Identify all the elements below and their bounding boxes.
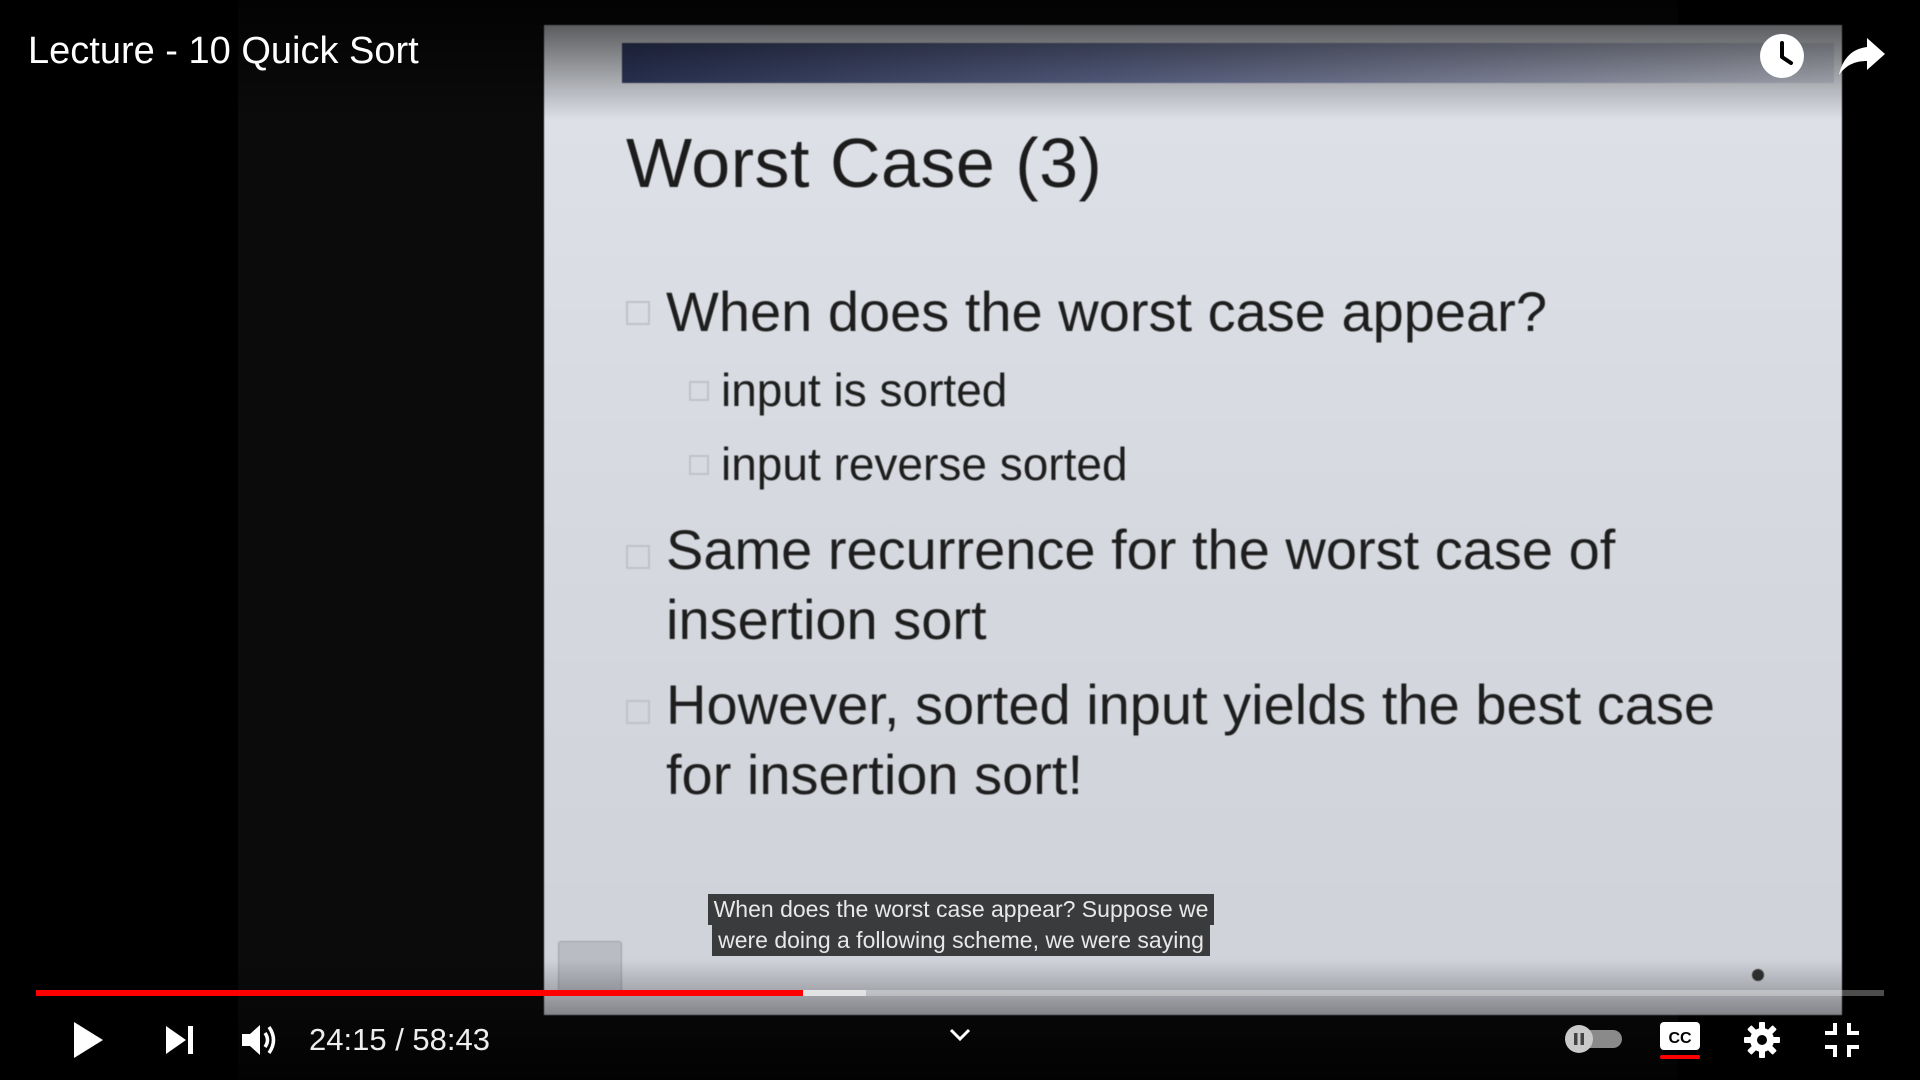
bullet-marker xyxy=(626,700,650,724)
slide-title: Worst Case (3) xyxy=(626,124,1103,202)
exit-fullscreen-icon xyxy=(1825,1023,1859,1057)
bullet-text: input reverse sorted xyxy=(721,438,1128,490)
autoplay-toggle-icon xyxy=(1565,1025,1622,1053)
play-button[interactable] xyxy=(62,1014,114,1066)
bullet-text: Same recurrence for the worst case of in… xyxy=(666,518,1616,651)
slide-sub-bullet: input is sorted xyxy=(689,363,1007,417)
autoplay-toggle[interactable] xyxy=(1562,1024,1626,1054)
next-button[interactable] xyxy=(154,1014,206,1066)
clock-icon xyxy=(1760,34,1804,78)
share-button[interactable] xyxy=(1834,28,1890,84)
chapter-chevron-button[interactable] xyxy=(936,1018,984,1052)
chevron-down-icon xyxy=(949,1028,971,1042)
current-time: 24:15 xyxy=(309,1022,387,1057)
next-icon xyxy=(166,1026,193,1054)
volume-button[interactable] xyxy=(234,1014,286,1066)
slide-bullet: When does the worst case appear? xyxy=(626,279,1547,344)
bullet-marker xyxy=(626,301,650,325)
settings-button[interactable] xyxy=(1736,1014,1788,1066)
lecture-slide: Worst Case (3) When does the worst case … xyxy=(544,25,1842,1015)
share-arrow-icon xyxy=(1839,38,1885,75)
bullet-marker xyxy=(689,455,709,475)
caption-line: were doing a following scheme, we were s… xyxy=(712,925,1210,956)
play-icon xyxy=(74,1022,103,1058)
video-title[interactable]: Lecture - 10 Quick Sort xyxy=(28,30,419,73)
bullet-marker xyxy=(689,381,709,401)
bullet-text: However, sorted input yields the best ca… xyxy=(666,673,1716,806)
progress-bar[interactable] xyxy=(36,990,1884,996)
time-separator: / xyxy=(386,1022,413,1057)
volume-icon xyxy=(242,1025,276,1055)
captions-window: When does the worst case appear? Suppose… xyxy=(701,894,1221,956)
closed-captions-icon: CC xyxy=(1660,1022,1700,1050)
bullet-text: When does the worst case appear? xyxy=(666,280,1547,343)
slide-bullet: Same recurrence for the worst case of in… xyxy=(626,515,1776,655)
subtitles-active-underline xyxy=(1660,1055,1700,1059)
gear-icon xyxy=(1744,1022,1780,1058)
progress-played xyxy=(36,990,803,996)
subtitles-button[interactable]: CC xyxy=(1656,1016,1704,1064)
exit-fullscreen-button[interactable] xyxy=(1816,1014,1868,1066)
bullet-marker xyxy=(626,545,650,569)
svg-text:CC: CC xyxy=(1668,1030,1692,1047)
slide-sub-bullet: input reverse sorted xyxy=(689,437,1128,491)
watch-later-button[interactable] xyxy=(1754,28,1810,84)
time-display: 24:15 / 58:43 xyxy=(309,1022,490,1058)
duration: 58:43 xyxy=(412,1022,490,1057)
caption-line: When does the worst case appear? Suppose… xyxy=(707,894,1215,925)
bullet-text: input is sorted xyxy=(721,364,1008,416)
slide-bullet: However, sorted input yields the best ca… xyxy=(626,670,1776,810)
